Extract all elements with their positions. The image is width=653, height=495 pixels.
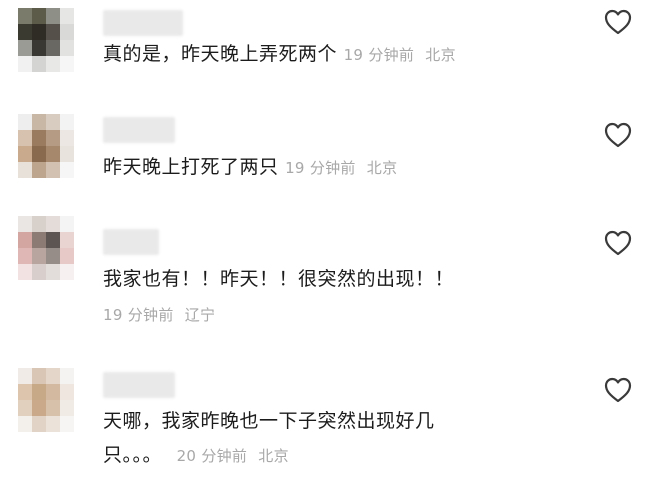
comment-text: 我家也有！！昨天！！很突然的出现！！ — [103, 265, 573, 293]
avatar[interactable] — [18, 216, 74, 280]
avatar-pixel — [60, 400, 74, 416]
avatar-pixel — [60, 24, 74, 40]
comment-meta: 19 分钟前 北京 — [285, 159, 397, 177]
avatar-pixel — [32, 248, 46, 264]
avatar-pixel — [32, 232, 46, 248]
comment-location: 北京 — [366, 159, 398, 177]
avatar-pixel — [18, 368, 32, 384]
comment-location: 北京 — [258, 447, 289, 465]
avatar-pixel — [32, 368, 46, 384]
avatar-pixel — [32, 24, 46, 40]
avatar-pixel — [60, 130, 74, 146]
avatar-pixel — [32, 264, 46, 280]
comment-location: 北京 — [425, 46, 456, 64]
avatar-pixel — [46, 384, 60, 400]
username-blurred[interactable] — [103, 117, 175, 143]
avatar-pixel — [60, 8, 74, 24]
avatar-pixel — [46, 232, 60, 248]
comment-meta: 19 分钟前 北京 — [344, 46, 456, 64]
avatar-pixel — [46, 248, 60, 264]
avatar-pixel — [32, 114, 46, 130]
avatar-pixel — [32, 216, 46, 232]
avatar-pixel — [32, 146, 46, 162]
avatar-pixel — [60, 216, 74, 232]
like-heart-icon[interactable] — [604, 122, 632, 148]
avatar-pixel — [18, 400, 32, 416]
avatar-pixel — [18, 232, 32, 248]
avatar-pixel — [46, 368, 60, 384]
avatar-pixel — [18, 24, 32, 40]
username-blurred[interactable] — [103, 10, 183, 36]
comment-body-line2: 只。。。 — [103, 444, 163, 466]
avatar-pixel — [46, 216, 60, 232]
avatar-pixel — [32, 162, 46, 178]
avatar-pixel — [46, 264, 60, 280]
comment-meta: 20 分钟前 北京 — [177, 447, 289, 465]
comment-time: 19 分钟前 — [103, 306, 174, 324]
comment-text: 天哪，我家昨晚也一下子突然出现好几 只。。。 20 分钟前 北京 — [103, 407, 573, 470]
avatar-pixel — [18, 56, 32, 72]
comment-body: 我家也有！！昨天！！很突然的出现！！ — [103, 268, 455, 290]
avatar-pixel — [18, 162, 32, 178]
username-blurred[interactable] — [103, 229, 159, 255]
avatar-pixel — [32, 130, 46, 146]
avatar-pixel — [60, 368, 74, 384]
avatar-pixel — [46, 40, 60, 56]
comment-meta: 19 分钟前 辽宁 — [103, 304, 215, 326]
avatar-pixel — [46, 162, 60, 178]
comment-location: 辽宁 — [184, 306, 216, 324]
avatar-pixel — [32, 400, 46, 416]
comment-time: 19 分钟前 — [343, 46, 415, 64]
avatar-pixel — [46, 56, 60, 72]
comment-time: 20 分钟前 — [176, 447, 248, 465]
comment-list: 真的是，昨天晚上弄死两个 19 分钟前 北京 昨天晚上打死了两只 19 分钟前 … — [0, 0, 653, 495]
comment-time: 19 分钟前 — [285, 159, 356, 177]
avatar-pixel — [60, 264, 74, 280]
comment-body-line2-wrap: 只。。。 20 分钟前 北京 — [103, 441, 573, 470]
avatar-pixel — [32, 416, 46, 432]
like-heart-icon[interactable] — [604, 377, 632, 403]
avatar-pixel — [60, 114, 74, 130]
avatar-pixel — [46, 24, 60, 40]
avatar-pixel — [18, 248, 32, 264]
avatar[interactable] — [18, 114, 74, 178]
avatar-pixel — [18, 40, 32, 56]
avatar[interactable] — [18, 368, 74, 432]
comment-body-line1: 天哪，我家昨晚也一下子突然出现好几 — [103, 410, 435, 432]
avatar-pixel — [60, 232, 74, 248]
avatar-pixel — [18, 114, 32, 130]
avatar-pixel — [32, 56, 46, 72]
avatar-pixel — [60, 146, 74, 162]
like-heart-icon[interactable] — [604, 230, 632, 256]
avatar-pixel — [46, 416, 60, 432]
avatar-pixel — [46, 8, 60, 24]
comment-body: 昨天晚上打死了两只 — [103, 156, 279, 178]
avatar-pixel — [60, 416, 74, 432]
avatar-pixel — [18, 384, 32, 400]
avatar-pixel — [18, 264, 32, 280]
like-heart-icon[interactable] — [604, 9, 632, 35]
comment-text: 真的是，昨天晚上弄死两个 19 分钟前 北京 — [103, 40, 573, 69]
avatar-pixel — [46, 146, 60, 162]
avatar-pixel — [46, 400, 60, 416]
avatar-pixel — [18, 216, 32, 232]
avatar-pixel — [60, 162, 74, 178]
avatar-pixel — [18, 8, 32, 24]
comment-text: 昨天晚上打死了两只 19 分钟前 北京 — [103, 153, 573, 182]
avatar-pixel — [18, 146, 32, 162]
avatar-pixel — [60, 248, 74, 264]
avatar-pixel — [60, 56, 74, 72]
avatar-pixel — [32, 40, 46, 56]
comment-body: 真的是，昨天晚上弄死两个 — [103, 43, 338, 65]
avatar[interactable] — [18, 8, 74, 72]
username-blurred[interactable] — [103, 372, 175, 398]
avatar-pixel — [60, 384, 74, 400]
avatar-pixel — [46, 130, 60, 146]
avatar-pixel — [32, 384, 46, 400]
avatar-pixel — [60, 40, 74, 56]
avatar-pixel — [18, 416, 32, 432]
avatar-pixel — [18, 130, 32, 146]
avatar-pixel — [32, 8, 46, 24]
avatar-pixel — [46, 114, 60, 130]
